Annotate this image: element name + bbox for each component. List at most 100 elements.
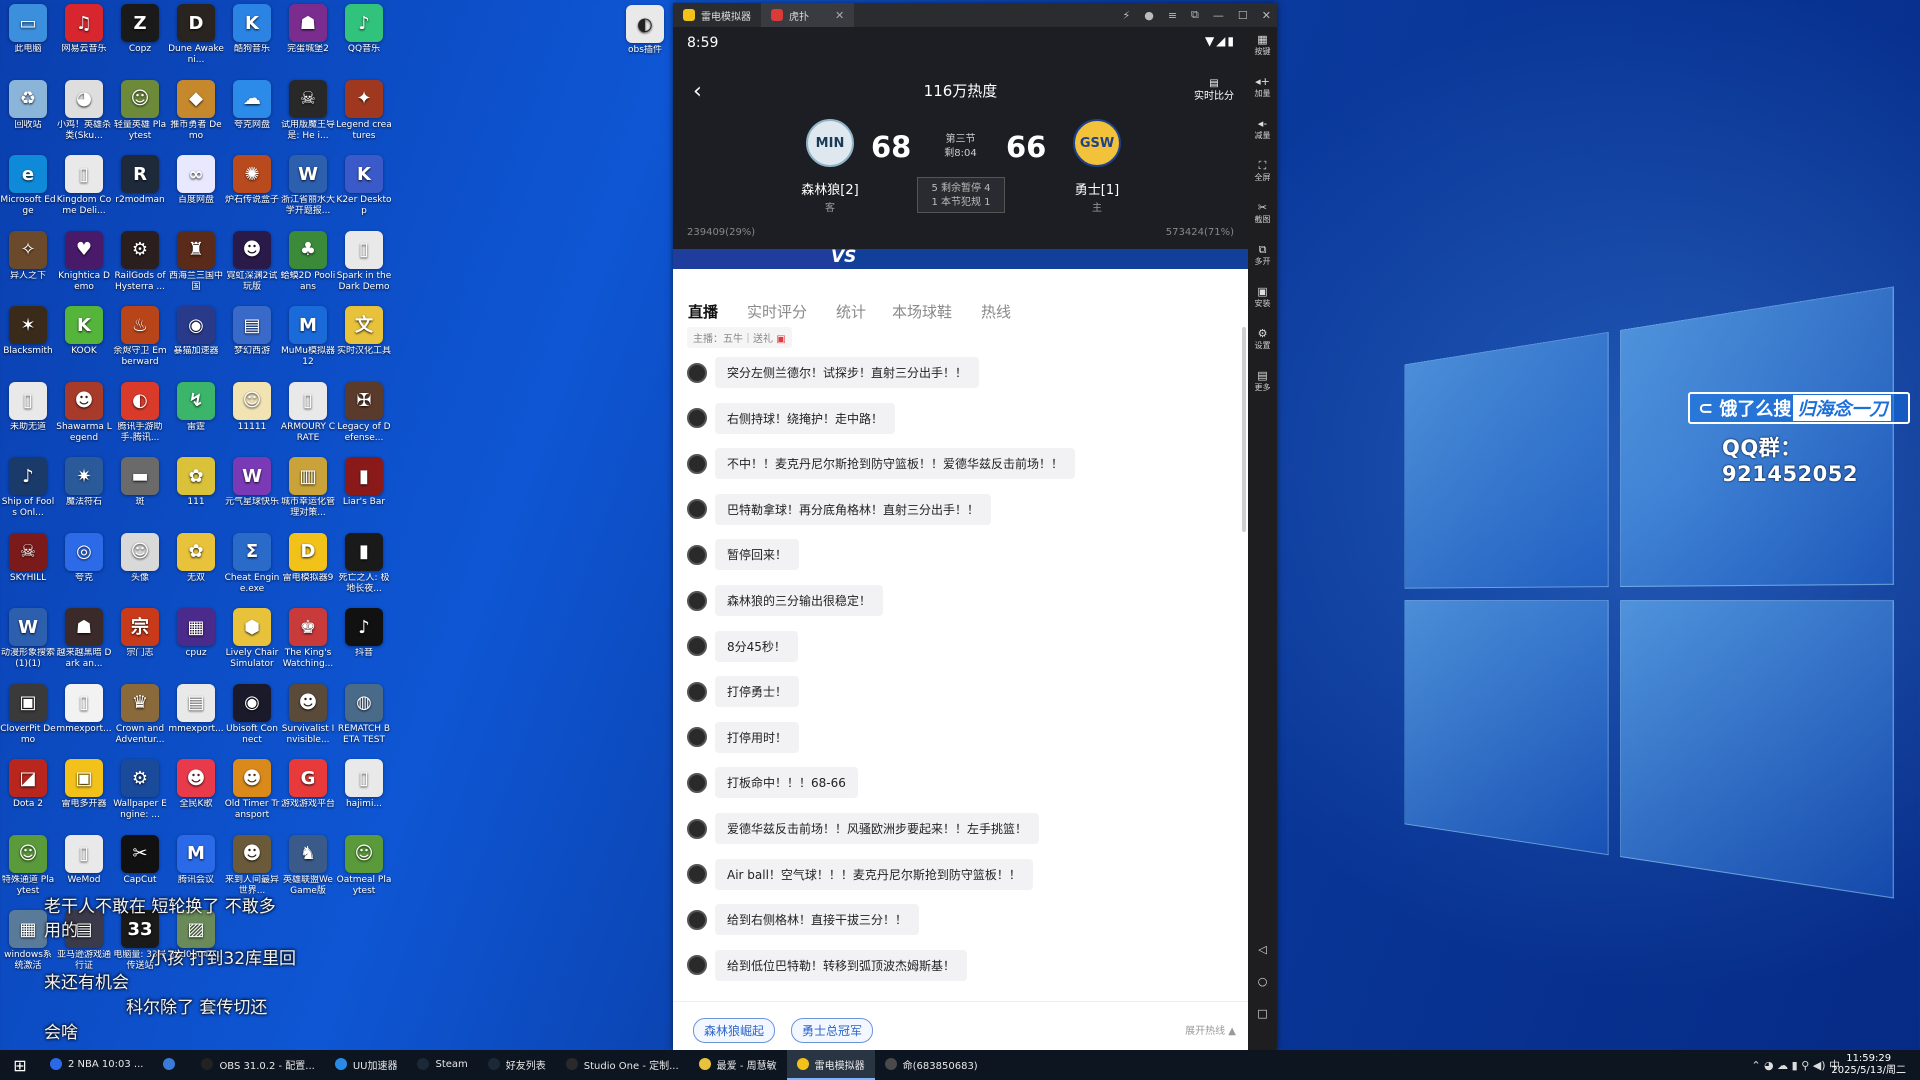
taskbar-item[interactable]: OBS 31.0.2 - 配置... bbox=[191, 1050, 324, 1080]
desktop-icon[interactable]: ◐ 腾讯手游助手-腾讯... bbox=[112, 381, 168, 444]
desktop-icon[interactable]: ☺ 轻量英雄 Playtest bbox=[112, 79, 168, 142]
desktop-icon[interactable]: ☻ 霓虹深渊2试玩版 bbox=[224, 230, 280, 293]
taskbar-item[interactable]: UU加速器 bbox=[325, 1050, 408, 1080]
sidebar-button[interactable]: □ bbox=[1248, 1008, 1277, 1021]
desktop-icon[interactable]: ☻ 来到人间最异世界... bbox=[224, 834, 280, 897]
taskbar-item[interactable]: Steam bbox=[407, 1050, 477, 1080]
live-score-button[interactable]: ▤ 实时比分 bbox=[1194, 77, 1234, 103]
system-tray[interactable]: ⌃ ◕ ☁ ▮ ⚲ ◀) 中 bbox=[1751, 1050, 1840, 1080]
desktop-icon[interactable]: ▣ CloverPit Demo bbox=[0, 683, 56, 746]
taskbar-item[interactable]: 雷电模拟器 bbox=[786, 1050, 875, 1080]
desktop-icon[interactable]: ◆ 推币勇者 Demo bbox=[168, 79, 224, 142]
desktop-icon[interactable]: ☺ Oatmeal Playtest bbox=[336, 834, 392, 897]
desktop-icon[interactable]: ▬ 斑 bbox=[112, 457, 168, 508]
desktop-icon[interactable]: ☺ 头像 bbox=[112, 532, 168, 584]
desktop-icon[interactable]: ☺ 11111 bbox=[224, 381, 280, 433]
desktop-icon[interactable]: ▯ ARMOURY CRATE bbox=[280, 381, 336, 444]
desktop-icon[interactable]: ✷ 魔法符石 bbox=[56, 457, 112, 508]
close-icon[interactable]: ✕ bbox=[1262, 9, 1271, 22]
taskbar-item[interactable]: 最爱 - 周慧敏 bbox=[689, 1050, 787, 1080]
desktop-icon[interactable]: M MuMu模拟器12 bbox=[280, 306, 336, 368]
desktop-icon[interactable]: ▮ 死亡之人: 极地长夜... bbox=[336, 532, 392, 595]
chip-wolves-rise[interactable]: 森林狼崛起 bbox=[693, 1018, 776, 1043]
restore-small-icon[interactable]: ⧉ bbox=[1191, 8, 1199, 22]
tab-hupu[interactable]: 虎扑 ✕ bbox=[761, 3, 855, 27]
desktop-icon[interactable]: ✿ 111 bbox=[168, 457, 224, 508]
desktop-icon[interactable]: ♪ QQ音乐 bbox=[336, 4, 392, 55]
tab-4[interactable]: 热线 bbox=[981, 301, 1011, 322]
desktop-icon[interactable]: ◪ Dota 2 bbox=[0, 759, 56, 810]
desktop-icon[interactable]: ♨ 余烬守卫 Emberward bbox=[112, 306, 168, 368]
desktop-icon[interactable]: ◎ 夸克 bbox=[56, 532, 112, 584]
desktop-icon[interactable]: ▤ 梦幻西游 bbox=[224, 306, 280, 357]
desktop-icon[interactable]: ♜ 西海兰三国中国 bbox=[168, 230, 224, 293]
desktop-icon[interactable]: ♫ 网易云音乐 bbox=[56, 4, 112, 55]
tab-3[interactable]: 本场球鞋 bbox=[892, 301, 952, 322]
desktop-icon[interactable]: ✶ Blacksmith bbox=[0, 306, 56, 357]
taskbar-item[interactable]: 命(683850683) bbox=[875, 1050, 988, 1080]
skin-icon[interactable]: ● bbox=[1144, 9, 1154, 22]
taskbar-item[interactable]: 好友列表 bbox=[478, 1050, 556, 1080]
menu-icon[interactable]: ≡ bbox=[1168, 9, 1177, 22]
desktop-icon[interactable]: ✦ Legend creatures bbox=[336, 79, 392, 142]
desktop-icon[interactable]: K KOOK bbox=[56, 306, 112, 357]
sidebar-button[interactable]: ✂ 截图 bbox=[1248, 202, 1277, 225]
desktop-icon[interactable]: ▯ hajimi... bbox=[336, 759, 392, 810]
desktop-icon[interactable]: ⚙ Wallpaper Engine: ... bbox=[112, 759, 168, 821]
desktop-icon[interactable]: ☗ 完蛋城堡2 bbox=[280, 4, 336, 55]
desktop-icon[interactable]: ◕ 小鸡！英雄杀类(Sku... bbox=[56, 79, 112, 142]
desktop-icon[interactable]: ▭ 此电脑 bbox=[0, 4, 56, 55]
maximize-icon[interactable]: ☐ bbox=[1238, 9, 1248, 22]
desktop-icon[interactable]: M 腾讯会议 bbox=[168, 834, 224, 886]
desktop-icon[interactable]: ▯ 未助无道 bbox=[0, 381, 56, 433]
desktop-icon[interactable]: ✧ 异人之下 bbox=[0, 230, 56, 282]
tab-emulator[interactable]: 雷电模拟器 bbox=[673, 3, 761, 27]
desktop-icon[interactable]: ⬢ Lively Chair Simulator bbox=[224, 608, 280, 670]
desktop-icon[interactable]: ▮ Liar's Bar bbox=[336, 457, 392, 508]
desktop-icon[interactable]: ☁ 夸克网盘 bbox=[224, 79, 280, 131]
desktop-icon[interactable]: ◉ Ubisoft Connect bbox=[224, 683, 280, 746]
desktop-icon[interactable]: ♣ 蛤蟆2D Poolians bbox=[280, 230, 336, 293]
desktop-icon[interactable]: W 浙江省丽水大学开题报... bbox=[280, 155, 336, 217]
tab-0[interactable]: 直播 bbox=[688, 301, 718, 330]
desktop-icon[interactable]: ✺ 炉石传说盒子 bbox=[224, 155, 280, 206]
desktop-icon[interactable]: ☠ SKYHILL bbox=[0, 532, 56, 584]
desktop-icon[interactable]: D 雷电模拟器9 bbox=[280, 532, 336, 584]
desktop-icon[interactable]: ♞ 英雄联盟WeGame版 bbox=[280, 834, 336, 897]
sidebar-button[interactable]: ▣ 安装 bbox=[1248, 286, 1277, 309]
sidebar-button[interactable]: ⚙ 设置 bbox=[1248, 328, 1277, 351]
chip-warriors-champion[interactable]: 勇士总冠军 bbox=[791, 1018, 874, 1043]
sidebar-button[interactable]: ▦ 按键 bbox=[1248, 34, 1277, 57]
tab-1[interactable]: 实时评分 bbox=[747, 301, 807, 322]
desktop-icon[interactable]: ✂ CapCut bbox=[112, 834, 168, 886]
desktop-icon[interactable]: Z Copz bbox=[112, 4, 168, 55]
desktop-icon[interactable]: W 元气星球快乐 bbox=[224, 457, 280, 508]
desktop-icon[interactable]: G 游戏游戏平台 bbox=[280, 759, 336, 810]
taskbar-item[interactable]: Studio One - 定制... bbox=[556, 1050, 689, 1080]
desktop-icon[interactable]: ▤ mmexport... bbox=[168, 683, 224, 735]
tab-2[interactable]: 统计 bbox=[836, 301, 866, 322]
taskbar-item[interactable]: 2 NBA 10:03 ... bbox=[40, 1050, 153, 1080]
desktop-icon[interactable]: ♚ The King's Watching... bbox=[280, 608, 336, 670]
desktop-icon[interactable]: ♪ 抖音 bbox=[336, 608, 392, 659]
boost-icon[interactable]: ⚡ bbox=[1122, 9, 1130, 22]
desktop-icon[interactable]: ☠ 试用版魔王导是: He i... bbox=[280, 79, 336, 142]
desktop-icon[interactable]: ▣ 雷电多开器 bbox=[56, 759, 112, 810]
sidebar-button[interactable]: ◂+ 加量 bbox=[1248, 76, 1277, 99]
desktop-icon[interactable]: ▦ cpuz bbox=[168, 608, 224, 659]
desktop-icon[interactable]: ♪ Ship of Fools Onl... bbox=[0, 457, 56, 519]
sidebar-button[interactable]: ▤ 更多 bbox=[1248, 370, 1277, 393]
gift-icon[interactable]: ▣ bbox=[776, 334, 785, 345]
desktop-icon[interactable]: K K2er Desktop bbox=[336, 155, 392, 217]
sidebar-button[interactable]: ◁ bbox=[1248, 944, 1277, 957]
sidebar-button[interactable]: ◂- 减量 bbox=[1248, 118, 1277, 141]
expand-hotline-button[interactable]: 展开热线 ▲ bbox=[1185, 1022, 1236, 1037]
desktop-icon[interactable]: 文实时汉化工具 bbox=[336, 306, 392, 357]
start-button[interactable]: ⊞ bbox=[0, 1050, 40, 1080]
taskbar-clock[interactable]: 11:59:29 2025/5/13/周二 bbox=[1831, 1053, 1906, 1077]
desktop-icon[interactable]: ☻ Old Timer Transport bbox=[224, 759, 280, 821]
desktop-icon[interactable]: Σ Cheat Engine.exe bbox=[224, 532, 280, 595]
desktop-icon[interactable]: 宗宗门志 bbox=[112, 608, 168, 659]
desktop-icon[interactable]: ♥ Knightica Demo bbox=[56, 230, 112, 293]
taskbar-item[interactable] bbox=[153, 1050, 191, 1080]
